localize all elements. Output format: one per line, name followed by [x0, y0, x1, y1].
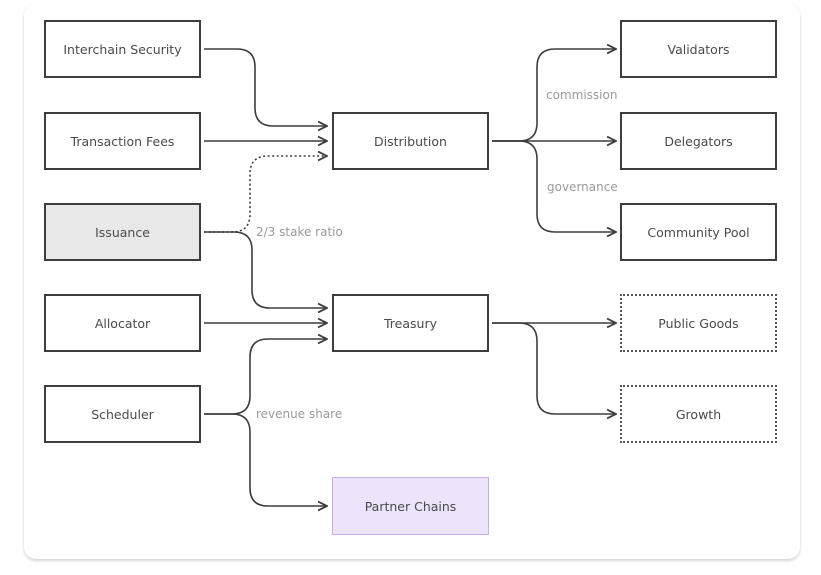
node-issuance[interactable]: Issuance: [44, 203, 201, 261]
node-label: Scheduler: [91, 406, 154, 422]
node-delegators[interactable]: Delegators: [620, 112, 777, 170]
edge-interchain-to-distribution: [204, 48, 327, 126]
node-label: Delegators: [664, 133, 733, 149]
node-scheduler[interactable]: Scheduler: [44, 385, 201, 443]
node-interchain-security[interactable]: Interchain Security: [44, 20, 201, 78]
node-label: Community Pool: [647, 224, 750, 240]
node-treasury[interactable]: Treasury: [332, 294, 489, 352]
edge-scheduler-to-treasury: [204, 339, 327, 415]
edge-label-governance: governance: [547, 180, 618, 194]
node-transaction-fees[interactable]: Transaction Fees: [44, 112, 201, 170]
node-distribution[interactable]: Distribution: [332, 112, 489, 170]
node-validators[interactable]: Validators: [620, 20, 777, 78]
node-growth[interactable]: Growth: [620, 385, 777, 443]
node-public-goods[interactable]: Public Goods: [620, 294, 777, 352]
node-allocator[interactable]: Allocator: [44, 294, 201, 352]
edge-scheduler-to-partner-chains: [204, 413, 327, 506]
node-label: Issuance: [95, 224, 150, 240]
node-community-pool[interactable]: Community Pool: [620, 203, 777, 261]
edge-label-commission: commission: [546, 88, 618, 102]
node-label: Interchain Security: [63, 41, 182, 57]
edge-treasury-to-growth: [492, 322, 616, 414]
node-label: Distribution: [374, 133, 447, 149]
node-label: Allocator: [94, 315, 151, 331]
node-label: Treasury: [384, 315, 437, 331]
node-label: Partner Chains: [364, 498, 457, 514]
edge-label-stake-ratio: 2/3 stake ratio: [256, 225, 343, 239]
node-partner-chains[interactable]: Partner Chains: [332, 477, 489, 535]
edge-issuance-to-distribution: [204, 156, 327, 233]
edge-issuance-to-treasury: [204, 231, 327, 308]
node-label: Public Goods: [658, 315, 739, 331]
node-label: Growth: [675, 406, 722, 422]
node-label: Transaction Fees: [70, 133, 175, 149]
node-label: Validators: [667, 41, 730, 57]
edge-label-revenue-share: revenue share: [256, 407, 343, 421]
